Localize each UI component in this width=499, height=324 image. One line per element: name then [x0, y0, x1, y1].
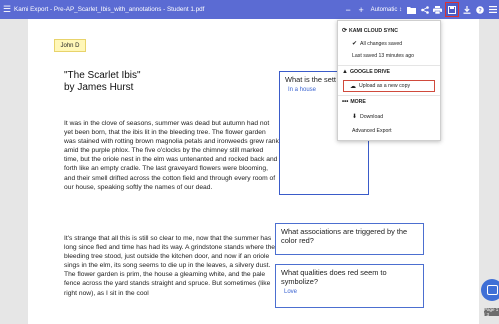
- save-icon[interactable]: [445, 2, 459, 17]
- drive-icon: ▲: [342, 69, 348, 75]
- annotation-box-qualities[interactable]: What qualities does red seem to symboliz…: [275, 264, 424, 308]
- save-dropdown-menu: ⟳ KAMI CLOUD SYNC ✔ All changes saved La…: [337, 20, 441, 141]
- folder-icon[interactable]: [405, 0, 418, 19]
- annotation-question: What qualities does red seem to symboliz…: [281, 268, 387, 286]
- all-changes-saved: ✔ All changes saved: [352, 40, 403, 48]
- check-icon: ✔: [352, 41, 358, 47]
- cloud-sync-label: KAMI CLOUD SYNC: [349, 27, 399, 34]
- download-icon[interactable]: [460, 0, 473, 19]
- zoom-mode-select[interactable]: Automatic ↕: [368, 0, 405, 19]
- sync-icon: ⟳: [342, 28, 348, 34]
- all-saved-label: All changes saved: [360, 40, 403, 47]
- more-label: MORE: [350, 99, 366, 105]
- document-author: by James Hurst: [64, 82, 134, 93]
- annotation-answer[interactable]: Love: [276, 286, 423, 295]
- document-title: Kami Export - Pre-AP_Scarlet_Ibis_with_a…: [14, 6, 205, 13]
- print-icon[interactable]: [431, 0, 444, 19]
- top-toolbar: ☰ Kami Export - Pre-AP_Scarlet_Ibis_with…: [0, 0, 499, 19]
- more-header: ••• MORE: [342, 99, 366, 105]
- menu-icon[interactable]: ☰: [1, 0, 13, 19]
- more-icon: •••: [342, 99, 349, 105]
- menu-divider: [338, 95, 440, 96]
- help-icon[interactable]: ?: [473, 0, 486, 19]
- annotation-answer[interactable]: [276, 245, 423, 248]
- last-saved-label: Last saved 13 minutes ago: [352, 53, 415, 59]
- paragraph-1: It was in the clove of seasons, summer w…: [64, 120, 279, 191]
- document-heading: "The Scarlet Ibis": [64, 70, 141, 81]
- zoom-in-button[interactable]: +: [355, 0, 368, 19]
- toolbar-actions: − + Automatic ↕ ?: [342, 0, 499, 19]
- user-tag[interactable]: John D: [54, 39, 86, 52]
- cloud-sync-header: ⟳ KAMI CLOUD SYNC: [342, 27, 399, 35]
- google-drive-header: ▲ GOOGLE DRIVE: [342, 69, 390, 75]
- share-icon[interactable]: [418, 0, 431, 19]
- download-label: Download: [360, 113, 384, 120]
- advanced-export-label: Advanced Export: [352, 128, 392, 134]
- advanced-export-button[interactable]: Advanced Export: [352, 128, 392, 134]
- paragraph-2: It's strange that all this is still so c…: [64, 235, 276, 297]
- last-saved-status: Last saved 13 minutes ago: [352, 53, 414, 59]
- annotation-box-associations[interactable]: What associations are triggered by the c…: [275, 223, 424, 255]
- annotation-question: What associations are triggered by the c…: [281, 227, 408, 245]
- page-number-badge: Page 1 / 3: [484, 307, 499, 317]
- upload-new-copy-button[interactable]: ☁ Upload as a new copy: [343, 80, 435, 92]
- zoom-out-button[interactable]: −: [342, 0, 355, 19]
- upload-copy-label: Upload as a new copy: [359, 83, 411, 89]
- download-button[interactable]: ⬇ Download: [352, 113, 384, 121]
- menu-lines-icon[interactable]: [486, 0, 499, 19]
- chat-button[interactable]: [481, 279, 499, 301]
- menu-divider: [338, 65, 440, 66]
- download-icon: ⬇: [352, 114, 358, 120]
- google-drive-label: GOOGLE DRIVE: [349, 69, 391, 75]
- cloud-upload-icon: ☁: [350, 83, 356, 90]
